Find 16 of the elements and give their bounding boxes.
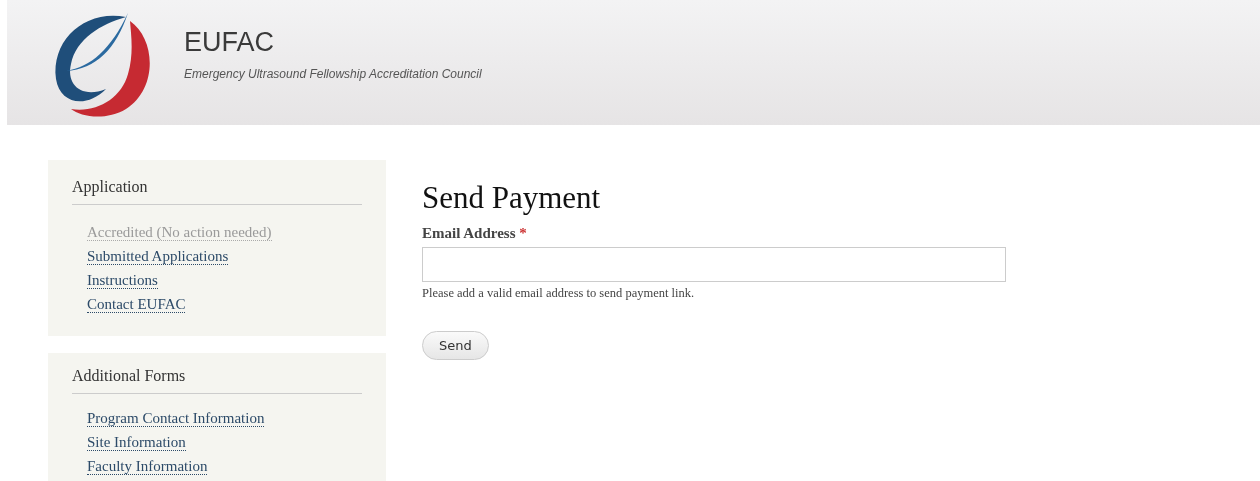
email-field[interactable]	[422, 247, 1006, 282]
sidebar-link[interactable]: Program Contact Information	[87, 410, 265, 427]
block-title: Application	[72, 178, 362, 205]
field-label: Email Address	[422, 225, 516, 241]
sidebar-link[interactable]: Site Information	[87, 434, 186, 451]
field-description: Please add a valid email address to send payment link.	[422, 286, 696, 301]
sidebar-link[interactable]: Faculty Information	[87, 458, 208, 475]
site-title: EUFAC	[184, 26, 276, 58]
block-title: Additional Forms	[72, 367, 362, 394]
sidebar-link[interactable]: Contact EUFAC	[87, 296, 186, 313]
sidebar-link[interactable]: Submitted Applications	[87, 248, 229, 265]
send-button[interactable]: Send	[422, 331, 489, 360]
site-slogan: Emergency Ultrasound Fellowship Accreditation Council	[184, 66, 482, 81]
required-mark: *	[519, 225, 527, 241]
page-title: Send Payment	[422, 180, 602, 216]
sidebar-link[interactable]: Instructions	[87, 272, 158, 289]
